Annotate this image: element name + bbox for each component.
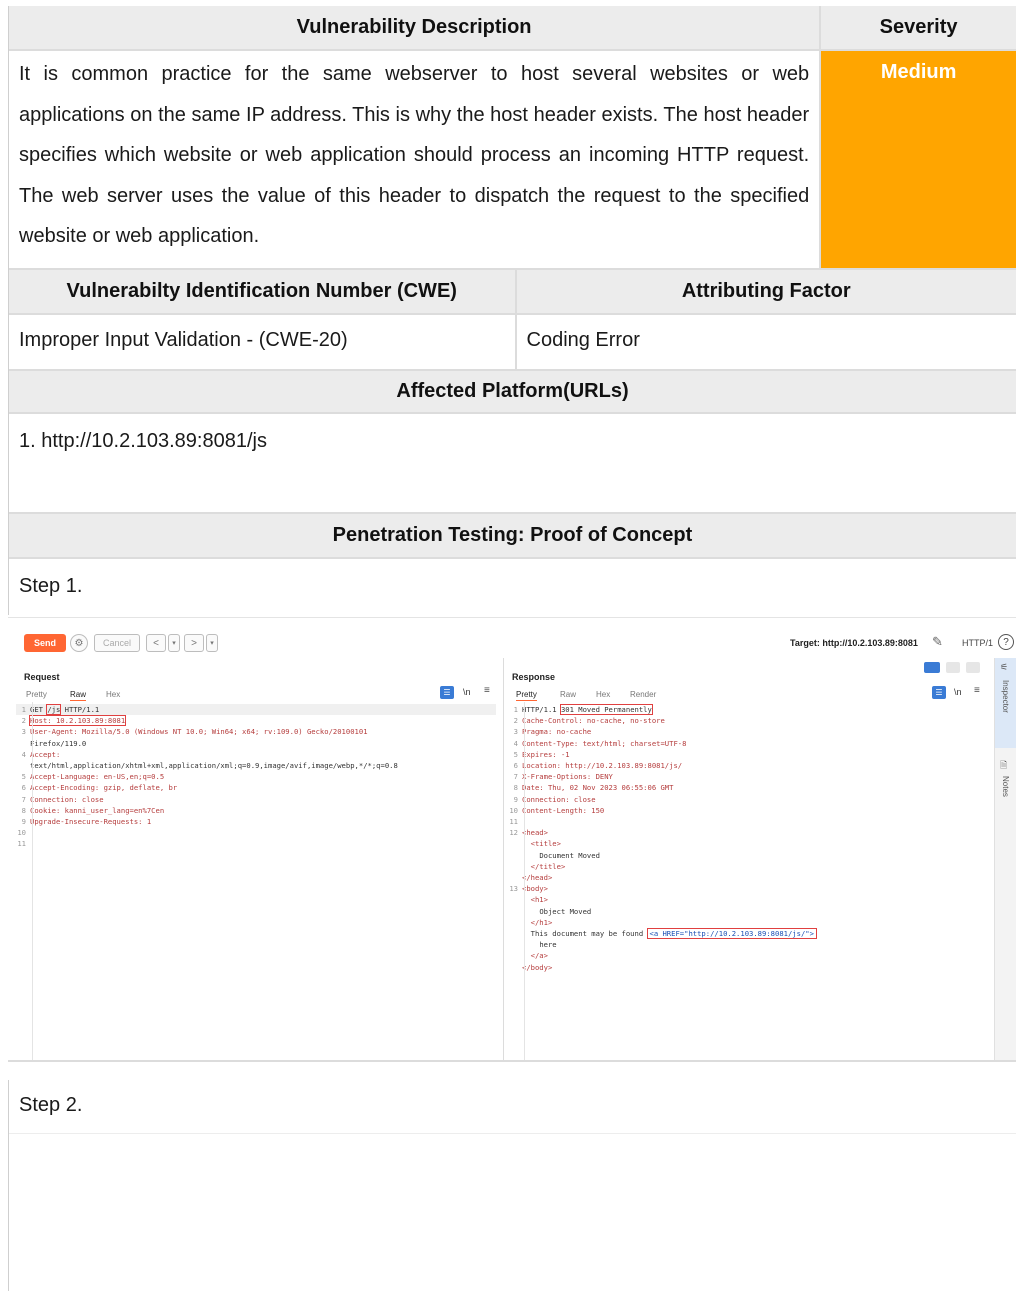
inspector-sidebar: ⚟ Inspector 🗎 Notes bbox=[994, 658, 1016, 1060]
step2-section: Step 2. bbox=[8, 1080, 1016, 1291]
request-newline-toggle[interactable]: \n bbox=[463, 687, 471, 697]
send-button[interactable]: Send bbox=[24, 634, 66, 652]
cwe-header: Vulnerabilty Identification Number (CWE) bbox=[9, 270, 517, 313]
forward-arrow-icon[interactable]: > bbox=[184, 634, 204, 652]
request-line-2: 2 Host: 10.2.103.89:8081 bbox=[21, 715, 127, 727]
description-row: It is common practice for the same webse… bbox=[9, 51, 1016, 270]
layout-horizontal-icon[interactable] bbox=[946, 662, 960, 673]
cwe-header-row: Vulnerabilty Identification Number (CWE)… bbox=[9, 270, 1016, 315]
vulnerability-report: Vulnerability Description Severity It is… bbox=[8, 6, 1016, 615]
affected-header: Affected Platform(URLs) bbox=[9, 371, 1016, 412]
response-tab-raw[interactable]: Raw bbox=[560, 690, 576, 699]
settings-gear-icon[interactable]: ⚙ bbox=[70, 634, 88, 652]
protocol-label[interactable]: HTTP/1 bbox=[962, 638, 993, 648]
inspector-tab[interactable]: ⚟ Inspector bbox=[995, 658, 1016, 748]
request-wrap-icon[interactable]: ☰ bbox=[440, 686, 454, 699]
request-host-highlight: Host: 10.2.103.89:8081 bbox=[28, 715, 127, 727]
request-tab-pretty[interactable]: Pretty bbox=[26, 690, 47, 699]
response-viewer[interactable]: 1 HTTP/1.1 301 Moved Permanently 2 Cache-Co… bbox=[508, 704, 988, 973]
factor-value: Coding Error bbox=[526, 329, 640, 351]
notes-label: Notes bbox=[1001, 776, 1010, 797]
response-href-highlight: <a HREF="http://10.2.103.89:8081/js/"> bbox=[646, 928, 817, 940]
response-status-highlight: 301 Moved Permanently bbox=[559, 704, 653, 715]
severity-value: Medium bbox=[880, 61, 957, 83]
step1-row: Step 1. bbox=[9, 559, 1016, 615]
affected-url-row: 1. http://10.2.103.89:8081/js bbox=[9, 414, 1016, 514]
description-header-row: Vulnerability Description Severity bbox=[9, 6, 1016, 51]
notes-tab[interactable]: 🗎 Notes bbox=[995, 754, 1016, 814]
poc-header-row: Penetration Testing: Proof of Concept bbox=[9, 514, 1016, 559]
request-path-highlight: /js bbox=[46, 704, 62, 715]
step1-label: Step 1. bbox=[19, 575, 83, 597]
cwe-value-row: Improper Input Validation - (CWE-20) Cod… bbox=[9, 315, 1016, 371]
back-dropdown-icon[interactable]: ▾ bbox=[168, 634, 180, 652]
poc-header: Penetration Testing: Proof of Concept bbox=[9, 514, 1016, 557]
response-wrap-icon[interactable]: ☰ bbox=[932, 686, 946, 699]
description-text: It is common practice for the same webse… bbox=[19, 63, 810, 247]
severity-header: Severity bbox=[821, 6, 1016, 49]
response-tab-pretty[interactable]: Pretty bbox=[516, 690, 537, 701]
notes-icon: 🗎 bbox=[1000, 760, 1008, 770]
factor-header: Attributing Factor bbox=[516, 270, 1016, 313]
step2-label-row: Step 2. bbox=[9, 1080, 1016, 1134]
affected-header-row: Affected Platform(URLs) bbox=[9, 371, 1016, 414]
back-arrow-icon[interactable]: < bbox=[146, 634, 166, 652]
response-tab-hex[interactable]: Hex bbox=[596, 690, 610, 699]
description-header: Vulnerability Description bbox=[9, 6, 822, 49]
help-icon[interactable]: ? bbox=[998, 634, 1014, 650]
request-title: Request bbox=[24, 672, 60, 682]
layout-single-icon[interactable] bbox=[966, 662, 980, 673]
request-editor[interactable]: 1 GET /js HTTP/1.1 2 Host: 10.2.103.89:8081… bbox=[16, 704, 496, 850]
affected-url: 1. http://10.2.103.89:8081/js bbox=[19, 430, 267, 452]
request-tab-raw[interactable]: Raw bbox=[70, 690, 87, 701]
cancel-button[interactable]: Cancel bbox=[94, 634, 140, 652]
response-tab-render[interactable]: Render bbox=[630, 690, 656, 699]
inspector-label: Inspector bbox=[1001, 680, 1010, 713]
layout-split-icon[interactable] bbox=[924, 662, 940, 673]
edit-target-pencil-icon[interactable]: ✎ bbox=[932, 634, 943, 650]
description-cell: It is common practice for the same webse… bbox=[9, 51, 822, 268]
response-pane: Response Pretty Raw Hex Render ☰ \n ≡ 1H… bbox=[504, 658, 994, 1060]
severity-cell: Medium bbox=[821, 51, 1016, 268]
cwe-value: Improper Input Validation - (CWE-20) bbox=[9, 315, 517, 369]
step2-label: Step 2. bbox=[19, 1094, 83, 1116]
request-pane: Request Pretty Raw Hex ☰ \n ≡ 1 GET /js H… bbox=[8, 658, 504, 1060]
request-menu-icon[interactable]: ≡ bbox=[484, 685, 490, 696]
request-line-3: 3 User-Agent: Mozilla/5.0 (Windows NT 10.… bbox=[21, 727, 368, 737]
target-label[interactable]: Target: http://10.2.103.89:8081 bbox=[790, 638, 918, 648]
response-menu-icon[interactable]: ≡ bbox=[974, 685, 980, 696]
request-tab-hex[interactable]: Hex bbox=[106, 690, 120, 699]
forward-dropdown-icon[interactable]: ▾ bbox=[206, 634, 218, 652]
request-line-1: 1 GET /js HTTP/1.1 bbox=[16, 704, 496, 716]
inspector-icon: ⚟ bbox=[1000, 662, 1009, 672]
response-title: Response bbox=[512, 672, 556, 682]
response-newline-toggle[interactable]: \n bbox=[954, 687, 962, 697]
burp-repeater-screenshot: Send ⚙ Cancel < ▾ > ▾ Target: http://10.… bbox=[8, 617, 1016, 1062]
